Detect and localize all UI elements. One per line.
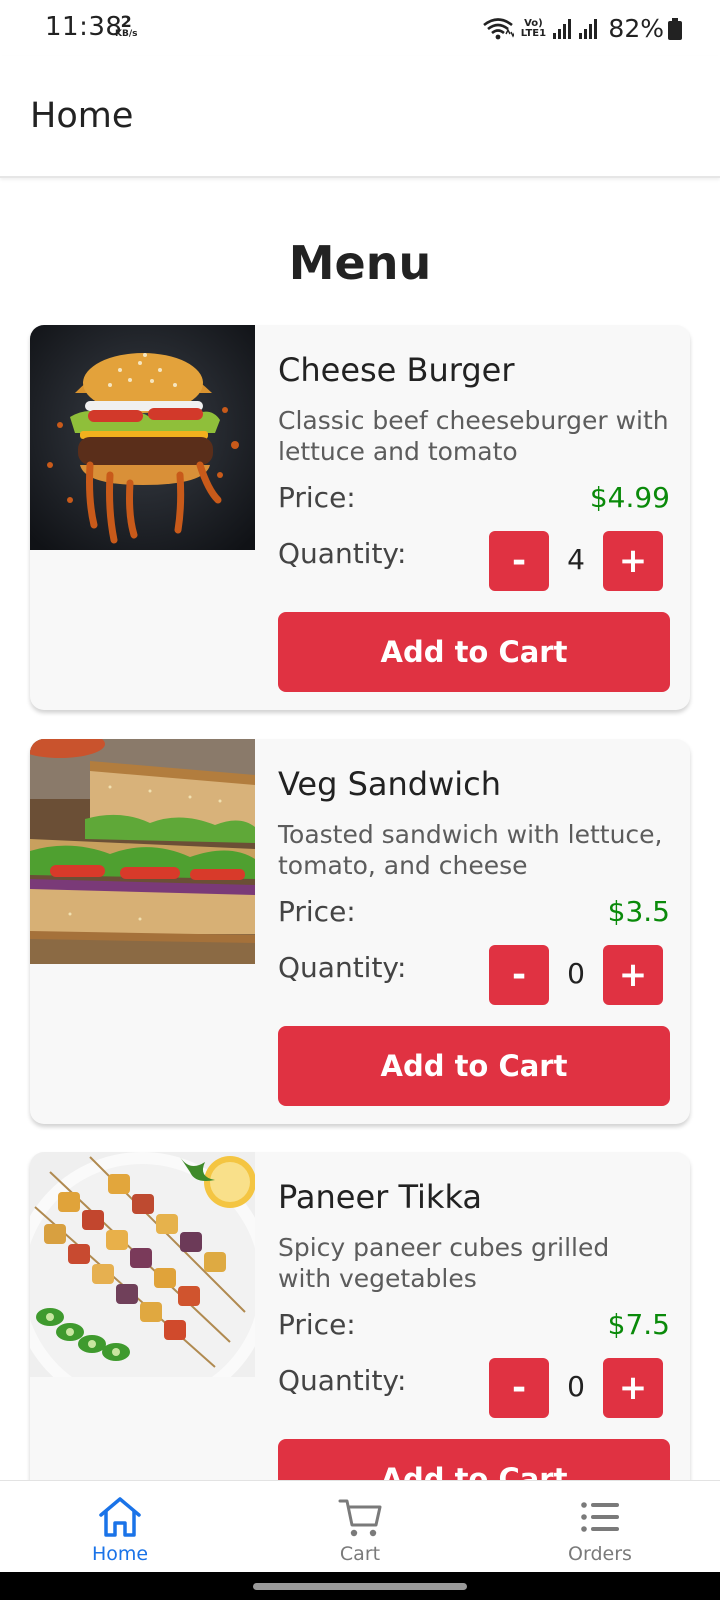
- burger-photo: [30, 325, 255, 550]
- quantity-label: Quantity:: [278, 537, 407, 570]
- item-description: Classic beef cheeseburger with lettuce a…: [278, 406, 669, 466]
- item-name: Cheese Burger: [278, 351, 515, 389]
- nav-item-cart[interactable]: Cart: [240, 1481, 480, 1573]
- signal-icon-1: [553, 18, 572, 39]
- battery-icon: [668, 18, 682, 40]
- nav-item-home[interactable]: Home: [0, 1481, 240, 1573]
- increase-quantity-button[interactable]: +: [603, 945, 663, 1005]
- signal-icon-2: [579, 18, 598, 39]
- app-screen: 11:38 2 KB/s Vo) LTE1 82% Home Menu Chee…: [0, 0, 720, 1600]
- add-to-cart-button[interactable]: Add to Cart: [278, 1026, 670, 1106]
- price-value: $7.5: [607, 1308, 670, 1341]
- app-bar: Home: [0, 56, 720, 178]
- network-speed-unit: KB/s: [115, 29, 138, 39]
- cart-icon: [338, 1499, 382, 1537]
- status-time: 11:38: [45, 12, 123, 42]
- menu-item-card: Veg Sandwich Toasted sandwich with lettu…: [30, 739, 690, 1124]
- system-navigation-bar: [0, 1572, 720, 1600]
- orders-list-icon: [581, 1502, 619, 1532]
- volte-label: Vo) LTE1: [520, 17, 547, 39]
- item-description: Toasted sandwich with lettuce, tomato, a…: [278, 820, 663, 880]
- sandwich-photo: [30, 739, 255, 964]
- status-indicators: Vo) LTE1 82%: [482, 14, 664, 43]
- decrease-quantity-button[interactable]: -: [489, 1358, 549, 1418]
- network-speed-value: 2: [120, 12, 132, 31]
- nav-item-orders[interactable]: Orders: [480, 1481, 720, 1573]
- wifi-icon: [483, 17, 515, 39]
- nav-label-home: Home: [91, 1543, 149, 1565]
- quantity-value: 0: [567, 957, 585, 990]
- home-icon: [99, 1497, 141, 1537]
- price-value: $3.5: [607, 895, 670, 928]
- item-name: Veg Sandwich: [278, 765, 502, 803]
- price-label: Price:: [278, 481, 356, 514]
- network-speed: 2 KB/s: [115, 14, 137, 39]
- price-label: Price:: [278, 895, 356, 928]
- item-description: Spicy paneer cubes grilled with vegetabl…: [278, 1233, 610, 1293]
- increase-quantity-button[interactable]: +: [603, 531, 663, 591]
- paneer-tikka-photo: [30, 1152, 255, 1377]
- decrease-quantity-button[interactable]: -: [489, 945, 549, 1005]
- price-value: $4.99: [589, 481, 670, 514]
- quantity-label: Quantity:: [278, 951, 407, 984]
- decrease-quantity-button[interactable]: -: [489, 531, 549, 591]
- app-bar-title: Home: [30, 96, 134, 136]
- battery-percent: 82%: [608, 14, 664, 43]
- increase-quantity-button[interactable]: +: [603, 1358, 663, 1418]
- quantity-value: 0: [567, 1370, 585, 1403]
- item-name: Paneer Tikka: [278, 1178, 483, 1216]
- home-gesture-pill[interactable]: [253, 1583, 467, 1590]
- menu-title: Menu: [288, 236, 432, 290]
- quantity-value: 4: [567, 543, 585, 576]
- add-to-cart-button[interactable]: Add to Cart: [278, 612, 670, 692]
- status-bar: 11:38 2 KB/s Vo) LTE1 82%: [0, 0, 720, 56]
- bottom-navigation: Home Cart Orders: [0, 1480, 720, 1573]
- price-label: Price:: [278, 1308, 356, 1341]
- nav-label-cart: Cart: [339, 1543, 381, 1565]
- nav-label-orders: Orders: [568, 1543, 632, 1565]
- quantity-label: Quantity:: [278, 1364, 407, 1397]
- menu-item-card: Cheese Burger Classic beef cheeseburger …: [30, 325, 690, 710]
